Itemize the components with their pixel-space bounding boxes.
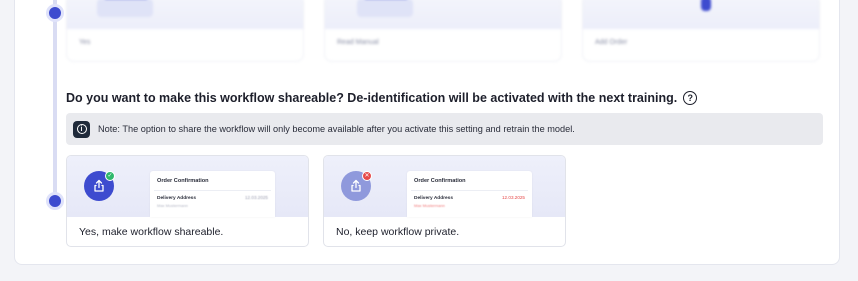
previous-option-label: Yes bbox=[79, 39, 91, 46]
document-preview: Order Confirmation Delivery Address Max … bbox=[150, 171, 275, 217]
previous-option-card[interactable]: Add Order bbox=[582, 0, 820, 62]
previous-option-label: Read Manual bbox=[337, 39, 379, 46]
document-preview: Order Confirmation Delivery Address Max … bbox=[407, 171, 532, 217]
timeline-line bbox=[53, 0, 57, 195]
option-card-shareable[interactable]: ✓ Order Confirmation Delivery Address Ma… bbox=[66, 155, 309, 247]
previous-option-card[interactable]: Yes bbox=[66, 0, 304, 62]
question-text: Do you want to make this workflow sharea… bbox=[66, 91, 678, 105]
info-icon: i bbox=[73, 120, 90, 138]
option-caption: Yes, make workflow shareable. bbox=[79, 226, 224, 238]
check-badge-icon: ✓ bbox=[105, 171, 115, 181]
previous-option-label: Add Order bbox=[595, 39, 628, 46]
info-note: i Note: The option to share the workflow… bbox=[66, 113, 823, 145]
option-preview: ✕ Order Confirmation Delivery Address Ma… bbox=[324, 156, 565, 217]
option-caption: No, keep workflow private. bbox=[336, 226, 460, 238]
previous-option-card[interactable]: Read Manual bbox=[324, 0, 562, 62]
shareable-question: Do you want to make this workflow sharea… bbox=[66, 91, 698, 105]
cross-badge-icon: ✕ bbox=[362, 171, 372, 181]
previous-step-options: Yes Read Manual Add Order bbox=[66, 0, 824, 62]
timeline-step-dot-current bbox=[46, 192, 64, 210]
help-icon[interactable]: ? bbox=[683, 91, 698, 105]
option-preview: ✓ Order Confirmation Delivery Address Ma… bbox=[67, 156, 308, 217]
timeline-step-dot bbox=[46, 4, 64, 22]
option-card-private[interactable]: ✕ Order Confirmation Delivery Address Ma… bbox=[323, 155, 566, 247]
note-text: Note: The option to share the workflow w… bbox=[98, 124, 575, 134]
